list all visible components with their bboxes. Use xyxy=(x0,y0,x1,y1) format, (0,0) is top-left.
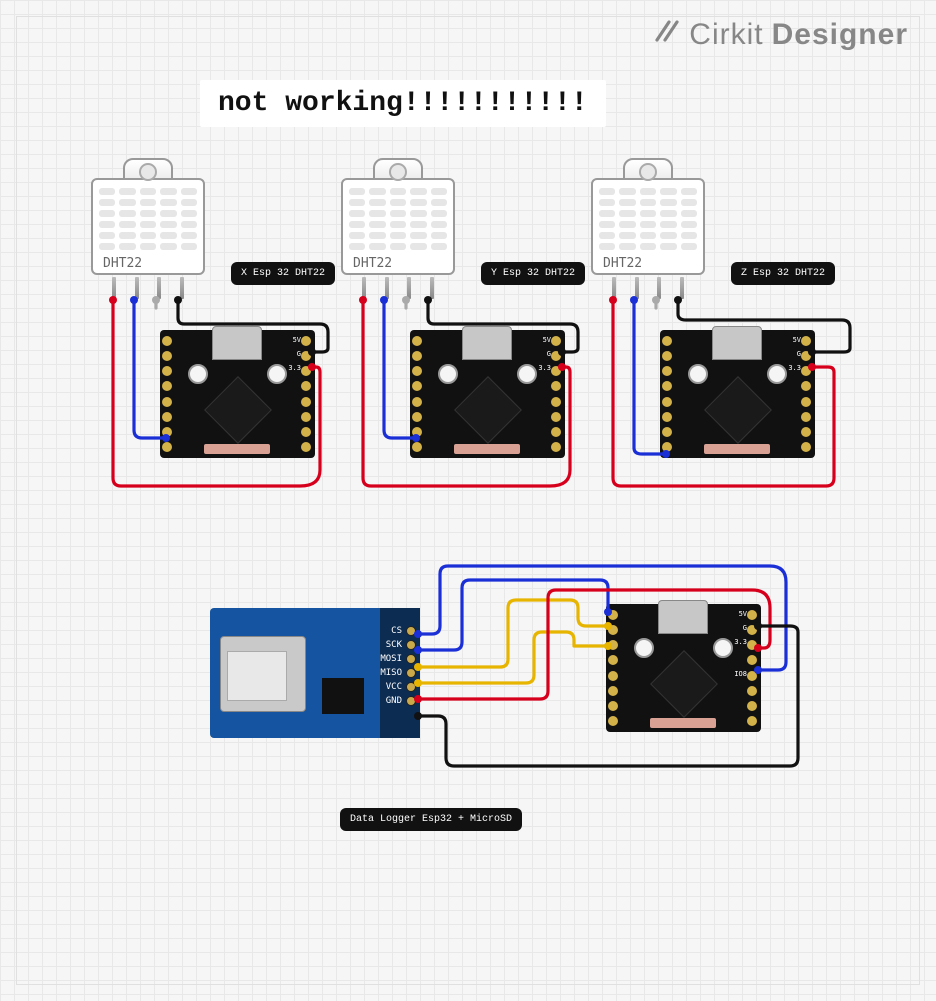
esp32-board-z[interactable]: 5V G 3.3 xyxy=(660,330,815,458)
dht-label: DHT22 xyxy=(599,256,697,271)
dht22-sensor-y[interactable]: DHT22 xyxy=(341,158,455,299)
group-label-y: Y Esp 32 DHT22 xyxy=(481,262,585,285)
brand-word-1: Cirkit xyxy=(689,18,763,52)
group-label-x: X Esp 32 DHT22 xyxy=(231,262,335,285)
brand: Cirkit Designer xyxy=(653,18,908,52)
sd-pin-list: CS SCK MOSI MISO VCC GND xyxy=(380,626,416,706)
esp32-board-x[interactable]: 5V G 3.3 xyxy=(160,330,315,458)
dht22-sensor-z[interactable]: DHT22 xyxy=(591,158,705,299)
microsd-module[interactable]: CS SCK MOSI MISO VCC GND xyxy=(210,608,420,738)
dht-label: DHT22 xyxy=(99,256,197,271)
dht-label: DHT22 xyxy=(349,256,447,271)
esp32-board-logger[interactable]: 5V G 3.3 IO8 xyxy=(606,604,761,732)
annotation-note[interactable]: not working!!!!!!!!!!! xyxy=(200,80,606,127)
dht22-sensor-x[interactable]: DHT22 xyxy=(91,158,205,299)
logo-icon xyxy=(653,18,681,51)
brand-word-2: Designer xyxy=(772,18,908,52)
esp32-board-y[interactable]: 5V G 3.3 xyxy=(410,330,565,458)
group-label-z: Z Esp 32 DHT22 xyxy=(731,262,835,285)
logger-label: Data Logger Esp32 + MicroSD xyxy=(340,808,522,831)
grid-canvas xyxy=(0,0,936,1001)
